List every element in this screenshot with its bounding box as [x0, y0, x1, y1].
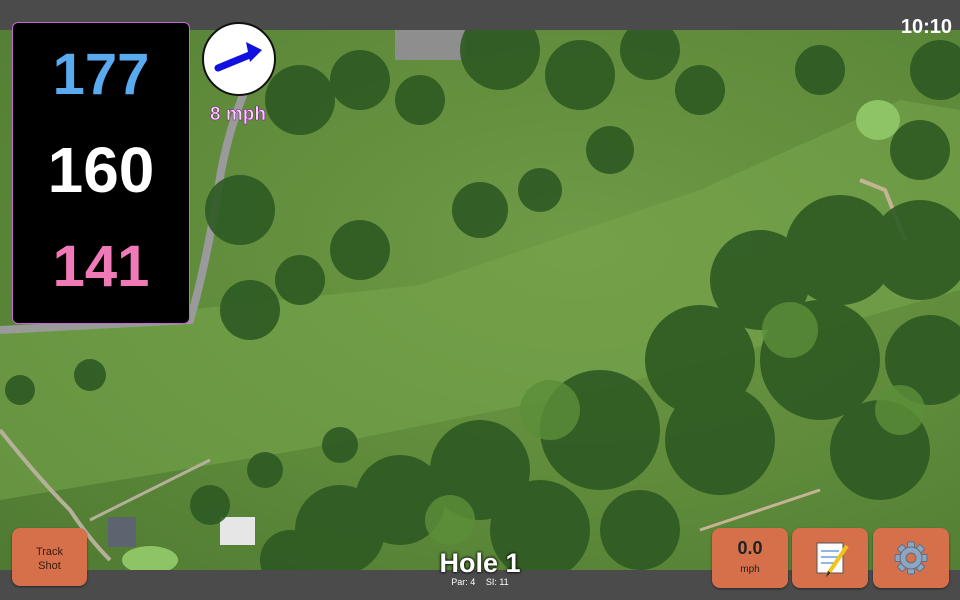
- distance-front: 141: [52, 234, 150, 299]
- notes-button[interactable]: [792, 528, 868, 588]
- speed-button[interactable]: 0.0 mph: [712, 528, 788, 588]
- notepad-icon: [816, 542, 849, 577]
- hole-par: Par: 4: [451, 577, 476, 587]
- track-shot-label-2: Shot: [38, 560, 61, 572]
- wind-indicator: [202, 22, 276, 96]
- wind-arrow-icon: [214, 42, 262, 72]
- hole-stroke-index: SI: 11: [485, 577, 509, 587]
- speed-unit: mph: [740, 564, 760, 575]
- clock: 10:10: [900, 16, 952, 38]
- distance-back: 177: [52, 42, 150, 107]
- gear-icon: [894, 541, 928, 575]
- distance-middle: 160: [47, 134, 155, 206]
- track-shot-label-1: Track: [35, 546, 64, 558]
- distance-panel: 177 160 141: [12, 22, 190, 324]
- hole-meta: Par: 4 SI: 11: [380, 577, 580, 587]
- wind-speed: 8 mph: [210, 104, 267, 126]
- track-shot-button[interactable]: Track Shot: [12, 528, 87, 586]
- speed-value: 0.0: [737, 538, 763, 558]
- settings-button[interactable]: [873, 528, 949, 588]
- hole-title: Hole 1: [439, 548, 521, 578]
